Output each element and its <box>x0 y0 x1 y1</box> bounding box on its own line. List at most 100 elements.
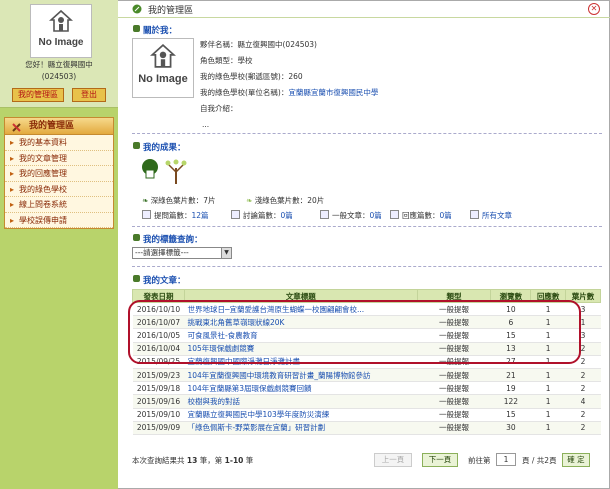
page-title: 我的管理區 <box>148 6 194 16</box>
all-articles-stat: 所有文章 <box>470 210 512 221</box>
cell-leaves: 2 <box>565 408 601 422</box>
my-area-button[interactable]: 我的管理區 <box>12 88 64 102</box>
all-articles-link[interactable]: 所有文章 <box>482 211 512 220</box>
menu-item-profile[interactable]: 我的基本資料 <box>5 135 113 151</box>
summary-count: 13 <box>186 456 198 465</box>
close-icon[interactable]: ✕ <box>588 3 600 15</box>
tag-select[interactable]: ---請選擇標籤--- ▼ <box>132 247 232 259</box>
highlight-annotation <box>128 300 581 364</box>
profile-avatar-caption: No Image <box>138 73 188 85</box>
chevron-down-icon: ▼ <box>221 248 231 258</box>
intro-value: ... <box>202 120 210 129</box>
intro-row: 自我介紹： <box>200 101 378 117</box>
light-leaf-stat: ❧ 淺綠色葉片數：20片 <box>246 195 324 206</box>
articles-section-title: 我的文章： <box>133 275 186 286</box>
light-leaf-label: 淺綠色葉片數： <box>254 196 308 205</box>
greeting-id: (024503) <box>41 72 77 81</box>
cell-type: 一般提報 <box>417 421 491 435</box>
sidebar: No Image 您好！縣立復興國中 (024503) 我的管理區 登出 我的管… <box>0 0 118 489</box>
general-label: 一般文章： <box>332 211 370 220</box>
tools-icon <box>12 123 21 132</box>
discussion-count-link[interactable]: 0篇 <box>281 211 293 220</box>
table-row: 2015/09/23 104年宜蘭復興國中環境教育研習計畫_蘭陽博物館參訪 一般提報… <box>132 368 601 383</box>
avatar-caption: No Image <box>38 37 84 48</box>
divider <box>132 133 602 134</box>
document-icon <box>231 210 240 219</box>
cell-views: 122 <box>490 394 531 409</box>
menu-item-replies[interactable]: 我的回應管理 <box>5 166 113 182</box>
profile-panel: No Image 您好！縣立復興國中 (024503) 我的管理區 登出 <box>0 0 118 108</box>
menu-item-survey[interactable]: 線上問卷系統 <box>5 197 113 213</box>
next-page-button[interactable]: 下一頁 <box>422 453 458 467</box>
table-row: 2015/09/18 104年宜蘭縣第3屆環保戲劇競賽回饋 一般提報 19 1 2 <box>132 381 601 396</box>
name-label: 夥伴名稱： <box>200 40 238 49</box>
profile-avatar: No Image <box>132 38 194 98</box>
side-menu: 我的管理區 我的基本資料 我的文章管理 我的回應管理 我的綠色學校 線上問卷系統… <box>4 117 114 229</box>
cell-leaves: 2 <box>565 368 601 383</box>
cell-date: 2015/09/16 <box>132 394 185 409</box>
side-menu-title: 我的管理區 <box>29 121 75 131</box>
no-image-house-icon <box>149 44 177 68</box>
table-row: 2015/09/09 「綠色佩斯卡-野菜影展在宜蘭」研習計劃 一般提報 30 1 2 <box>132 421 601 435</box>
menu-item-green-school[interactable]: 我的綠色學校 <box>5 181 113 197</box>
cell-views: 30 <box>490 421 531 435</box>
cell-leaves: 2 <box>565 421 601 435</box>
cell-date: 2015/09/18 <box>132 381 185 396</box>
general-count-link[interactable]: 0篇 <box>370 211 382 220</box>
main-content: 我的管理區 ✕ 關於我： No Image 夥伴名稱：縣立復興國中(024503… <box>118 0 610 489</box>
postal-label: 我的綠色學校(郵遞區號)： <box>200 72 289 81</box>
cell-date: 2015/09/09 <box>132 421 185 435</box>
about-section-title: 關於我： <box>132 25 178 36</box>
deep-leaf-stat: ❧ 深綠色葉片數：7片 <box>142 195 215 206</box>
discussion-stat: 討論篇數：0篇 <box>231 210 293 221</box>
unit-link[interactable]: 宜蘭縣宜蘭市復興國民中學 <box>288 88 378 97</box>
logout-button[interactable]: 登出 <box>72 88 106 102</box>
question-count-link[interactable]: 12篇 <box>192 211 209 220</box>
reply-label: 回應篇數： <box>402 211 440 220</box>
role-label: 角色類型： <box>200 56 238 65</box>
article-title-link[interactable]: 104年宜蘭復興國中環境教育研習計畫_蘭陽博物館參訪 <box>187 371 370 380</box>
unit-label: 我的綠色學校(單位名稱)： <box>200 88 289 97</box>
deep-leaf-value: 7片 <box>203 196 216 205</box>
article-title-link[interactable]: 104年宜蘭縣第3屆環保戲劇競賽回饋 <box>187 384 311 393</box>
menu-item-school-correction[interactable]: 學校誤傳申請 <box>5 212 113 228</box>
cell-replies: 1 <box>530 368 566 383</box>
cell-type: 一般提報 <box>417 408 491 422</box>
intro-label: 自我介紹： <box>200 104 238 113</box>
cell-replies: 1 <box>530 394 566 409</box>
prev-page-button[interactable]: 上一頁 <box>374 453 412 467</box>
reply-count-link[interactable]: 0篇 <box>440 211 452 220</box>
role-value: 學校 <box>237 56 253 65</box>
name-value: 縣立復興國中(024503) <box>237 40 317 49</box>
unit-row: 我的綠色學校(單位名稱)：宜蘭縣宜蘭市復興國民中學 <box>200 85 378 101</box>
postal-value: 260 <box>288 72 303 81</box>
cell-replies: 1 <box>530 421 566 435</box>
deep-leaf-icon: ❧ <box>142 196 149 205</box>
cell-type: 一般提報 <box>417 368 491 383</box>
discussion-label: 討論篇數： <box>243 211 281 220</box>
light-leaf-icon: ❧ <box>246 196 253 205</box>
result-summary: 本次查詢結果共 13 筆，第 1-10 筆 <box>132 455 253 466</box>
cell-type: 一般提報 <box>417 381 491 396</box>
cell-views: 15 <box>490 408 531 422</box>
document-icon <box>320 210 329 219</box>
article-title-link[interactable]: 宜蘭縣立復興國民中學103學年度防災演練 <box>187 410 329 419</box>
avatar: No Image <box>30 4 92 58</box>
article-title-link[interactable]: 校樹與我的對話 <box>187 397 240 406</box>
deep-leaf-label: 深綠色葉片數： <box>150 196 204 205</box>
cell-date: 2015/09/23 <box>132 368 185 383</box>
table-row: 2015/09/10 宜蘭縣立復興國民中學103學年度防災演練 一般提報 15 1 2 <box>132 408 601 422</box>
page-prefix: 前往第 <box>468 456 491 465</box>
cell-date: 2015/09/10 <box>132 408 185 422</box>
light-leaf-value: 20片 <box>307 196 325 205</box>
article-title-link[interactable]: 「綠色佩斯卡-野菜影展在宜蘭」研習計劃 <box>187 423 325 432</box>
question-label: 提問篇數： <box>154 211 192 220</box>
menu-item-articles[interactable]: 我的文章管理 <box>5 150 113 166</box>
green-house-tree-icon <box>142 159 187 184</box>
go-button[interactable]: 確 定 <box>562 453 590 467</box>
cell-leaves: 4 <box>565 394 601 409</box>
about-info: 夥伴名稱：縣立復興國中(024503) 角色類型：學校 我的綠色學校(郵遞區號)… <box>200 37 378 133</box>
summary-prefix: 本次查詢結果共 <box>132 456 185 465</box>
summary-suffix: 筆 <box>245 456 254 465</box>
page-number-input[interactable]: 1 <box>496 453 516 466</box>
